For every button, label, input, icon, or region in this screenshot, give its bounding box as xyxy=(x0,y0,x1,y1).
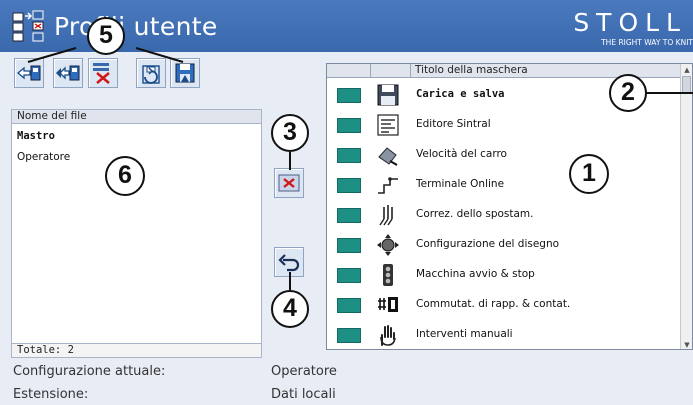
pattern-configuration-icon xyxy=(377,234,399,256)
carriage-speed-icon xyxy=(378,147,398,166)
table-scrollbar[interactable]: ▲ ▼ xyxy=(680,64,692,349)
color-swatch[interactable] xyxy=(337,208,361,223)
extension-label: Estensione: xyxy=(13,387,89,402)
color-swatch[interactable] xyxy=(337,178,361,193)
traffic-light-icon xyxy=(383,264,393,286)
delete-file-button[interactable] xyxy=(88,58,118,88)
file-count-footer: Totale: 2 xyxy=(12,343,261,357)
table-row[interactable]: Macchina avvio & stop xyxy=(327,260,682,290)
color-swatch[interactable] xyxy=(337,148,361,163)
table-row[interactable]: Editore Sintral xyxy=(327,110,682,140)
row-label: Configurazione del disegno xyxy=(416,238,560,250)
callout-5: 5 xyxy=(87,17,125,55)
remove-mask-button[interactable] xyxy=(274,168,304,198)
scroll-up-icon[interactable]: ▲ xyxy=(682,65,692,75)
load-button[interactable] xyxy=(14,58,44,88)
user-profiles-app-icon xyxy=(12,10,44,42)
row-label: Interventi manuali xyxy=(416,328,513,340)
current-config-label: Configurazione attuale: xyxy=(13,364,166,379)
color-swatch[interactable] xyxy=(337,88,361,103)
load-arrow-icon xyxy=(16,65,41,81)
column-header-icon xyxy=(371,64,411,78)
red-x-icon xyxy=(278,174,300,192)
row-label: Macchina avvio & stop xyxy=(416,268,535,280)
row-label: Carica e salva xyxy=(416,88,505,100)
row-label: Editore Sintral xyxy=(416,118,491,130)
color-swatch[interactable] xyxy=(337,268,361,283)
column-header-color xyxy=(327,64,371,78)
file-list-header: Nome del file xyxy=(12,110,261,124)
undo-button[interactable] xyxy=(274,247,304,277)
color-swatch[interactable] xyxy=(337,298,361,313)
extension-value: Dati locali xyxy=(271,387,336,402)
save-disk-icon xyxy=(175,63,195,83)
color-swatch[interactable] xyxy=(337,118,361,133)
callout-1: 1 xyxy=(569,154,609,194)
refresh-save-button[interactable] xyxy=(136,58,166,88)
row-label: Velocità del carro xyxy=(416,148,507,160)
callout-3: 3 xyxy=(271,114,309,152)
table-row[interactable]: Terminale Online xyxy=(327,170,682,200)
file-item-mastro[interactable]: Mastro xyxy=(17,126,261,147)
table-row[interactable]: Configurazione del disegno xyxy=(327,230,682,260)
import-button[interactable] xyxy=(53,58,83,88)
table-row[interactable]: Interventi manuali xyxy=(327,320,682,349)
import-arrow-icon xyxy=(56,65,80,81)
current-config-value: Operatore xyxy=(271,364,337,379)
undo-arrow-icon xyxy=(278,254,300,272)
brand-tagline: THE RIGHT WAY TO KNIT xyxy=(601,38,693,47)
manual-hand-icon xyxy=(380,325,396,346)
row-label: Commutat. di rapp. & contat. xyxy=(416,298,571,310)
save-button[interactable] xyxy=(170,58,200,88)
scroll-thumb[interactable] xyxy=(682,76,691,94)
file-list-panel: Nome del file Mastro Operatore Totale: 2 xyxy=(11,109,262,358)
brand-logo: STOLL xyxy=(573,8,687,37)
column-header-title: Titolo della maschera xyxy=(415,64,528,76)
counter-switch-icon xyxy=(378,297,398,312)
sintral-editor-icon xyxy=(377,114,399,136)
table-header: Titolo della maschera xyxy=(327,64,692,78)
floppy-disk-icon xyxy=(377,84,399,106)
row-label: Terminale Online xyxy=(416,178,505,190)
color-swatch[interactable] xyxy=(337,238,361,253)
refresh-save-icon xyxy=(142,65,160,84)
scroll-down-icon[interactable]: ▼ xyxy=(682,340,692,349)
window-title: Profili utente xyxy=(54,12,218,41)
online-terminal-icon xyxy=(378,177,398,194)
delete-file-icon xyxy=(93,63,110,84)
table-row[interactable]: Commutat. di rapp. & contat. xyxy=(327,290,682,320)
table-row[interactable]: Velocità del carro xyxy=(327,140,682,170)
callout-6: 6 xyxy=(105,156,145,196)
callout-4: 4 xyxy=(271,290,309,328)
row-label: Correz. dello spostam. xyxy=(416,208,534,220)
table-row[interactable]: Correz. dello spostam. xyxy=(327,200,682,230)
racking-correction-icon xyxy=(379,205,393,226)
callout-2: 2 xyxy=(609,74,647,112)
color-swatch[interactable] xyxy=(337,328,361,343)
